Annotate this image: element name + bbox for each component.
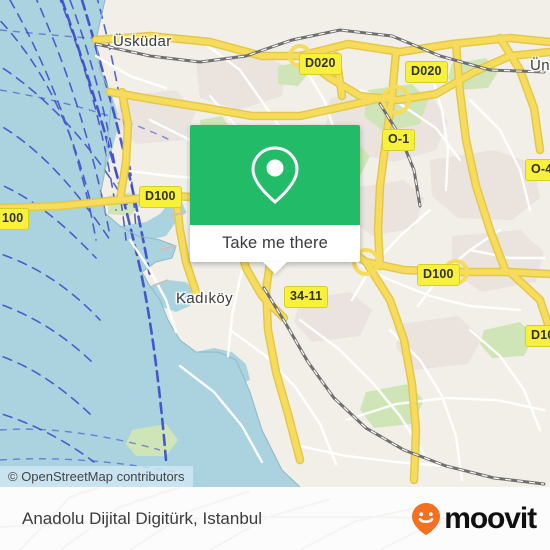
- road-shield-d100-center: D100: [417, 264, 460, 286]
- footer-bar: Anadolu Dijital Digitürk, Istanbul moovi…: [0, 487, 550, 550]
- osm-attribution[interactable]: © OpenStreetMap contributors: [0, 466, 193, 487]
- take-me-there-button[interactable]: Take me there: [190, 225, 360, 274]
- callout-icon-area: [190, 125, 360, 225]
- location-callout-card[interactable]: Take me there: [190, 125, 360, 274]
- moovit-wordmark: moovit: [444, 501, 537, 535]
- road-shield-d100-southeast: D100: [525, 325, 550, 347]
- map-pin-icon: [251, 146, 299, 204]
- road-shield-o1: O-1: [382, 129, 416, 151]
- location-title: Anadolu Dijital Digitürk, Istanbul: [22, 508, 263, 528]
- road-shield-34-11: 34-11: [284, 286, 329, 308]
- road-shield-o4: O-4: [525, 159, 550, 181]
- map-canvas[interactable]: Üsküdar Kadıköy Ün D020 D020 O-1 O-4 D10…: [0, 0, 550, 487]
- road-shield-d020-west: D020: [299, 53, 342, 75]
- callout-pointer-tail: [263, 262, 287, 274]
- take-me-there-label: Take me there: [222, 234, 328, 252]
- road-shield-d020-east: D020: [405, 61, 448, 83]
- moovit-map-screenshot: Üsküdar Kadıköy Ün D020 D020 O-1 O-4 D10…: [0, 0, 550, 550]
- moovit-smiley-pin-icon: [412, 502, 441, 535]
- road-shield-100-edge: 100: [0, 208, 30, 230]
- road-shield-d100-west: D100: [139, 186, 182, 208]
- moovit-logo[interactable]: moovit: [411, 501, 537, 536]
